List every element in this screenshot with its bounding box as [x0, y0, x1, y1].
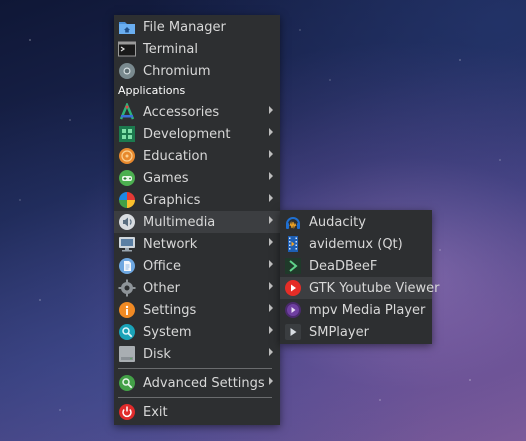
chevron-right-icon [269, 238, 273, 246]
disk-icon [118, 345, 136, 363]
menu-item-disk[interactable]: Disk [114, 343, 280, 365]
education-icon [118, 147, 136, 165]
office-icon [118, 257, 136, 275]
submenu-item-deadbeef[interactable]: DeaDBeeF [280, 255, 432, 277]
menu-item-label: File Manager [143, 19, 226, 35]
separator [118, 368, 272, 369]
menu-item-terminal[interactable]: Terminal [114, 38, 280, 60]
menu-item-graphics[interactable]: Graphics [114, 189, 280, 211]
terminal-icon [118, 40, 136, 58]
submenu-item-smplayer[interactable]: SMPlayer [280, 321, 432, 343]
system-icon [118, 323, 136, 341]
menu-item-label: Graphics [143, 192, 201, 208]
separator [118, 397, 272, 398]
chevron-right-icon [269, 326, 273, 334]
menu-item-label: Settings [143, 302, 197, 318]
chevron-right-icon [269, 260, 273, 268]
menu-item-label: Network [143, 236, 198, 252]
submenu-item-label: GTK Youtube Viewer [309, 280, 440, 296]
submenu-item-avidemux[interactable]: avidemux (Qt) [280, 233, 432, 255]
menu-item-label: Accessories [143, 104, 220, 120]
menu-item-settings[interactable]: Settings [114, 299, 280, 321]
submenu-item-label: DeaDBeeF [309, 258, 378, 274]
submenu-item-gtk-youtube-viewer[interactable]: GTK Youtube Viewer [280, 277, 440, 299]
chevron-right-icon [269, 304, 273, 312]
folder-home-icon [118, 18, 136, 36]
menu-item-label: Development [143, 126, 231, 142]
chevron-right-icon [269, 377, 273, 385]
menu-item-label: Games [143, 170, 189, 186]
menu-item-label: Office [143, 258, 181, 274]
menu-item-label: Disk [143, 346, 171, 362]
menu-item-exit[interactable]: Exit [114, 401, 280, 423]
chevron-right-icon [269, 194, 273, 202]
menu-item-label: Exit [143, 404, 168, 420]
chromium-icon [118, 62, 136, 80]
menu-item-games[interactable]: Games [114, 167, 280, 189]
accessories-icon [118, 103, 136, 121]
menu-item-education[interactable]: Education [114, 145, 280, 167]
menu-item-label: Education [143, 148, 208, 164]
chevron-right-icon [269, 150, 273, 158]
chevron-right-icon [269, 282, 273, 290]
chevron-right-icon [269, 216, 273, 224]
advanced-settings-icon [118, 374, 136, 392]
menu-item-label: Terminal [143, 41, 198, 57]
menu-item-system[interactable]: System [114, 321, 280, 343]
menu-item-label: Other [143, 280, 180, 296]
menu-item-advanced-settings[interactable]: Advanced Settings [114, 372, 280, 394]
smplayer-icon [284, 323, 302, 341]
other-icon [118, 279, 136, 297]
menu-item-chromium[interactable]: Chromium [114, 60, 280, 82]
youtube-icon [284, 279, 302, 297]
submenu-item-label: SMPlayer [309, 324, 369, 340]
deadbeef-icon [284, 257, 302, 275]
submenu-item-label: mpv Media Player [309, 302, 426, 318]
chevron-right-icon [269, 106, 273, 114]
applications-header: Applications [118, 84, 186, 97]
games-icon [118, 169, 136, 187]
menu-item-label: Multimedia [143, 214, 216, 230]
multimedia-icon [118, 213, 136, 231]
audacity-icon [284, 213, 302, 231]
chevron-right-icon [269, 172, 273, 180]
submenu-item-label: Audacity [309, 214, 366, 230]
chevron-right-icon [269, 128, 273, 136]
application-menu: File Manager Terminal Chromium Applicati… [114, 15, 280, 425]
menu-item-multimedia[interactable]: Multimedia [114, 211, 280, 233]
menu-item-network[interactable]: Network [114, 233, 280, 255]
menu-item-accessories[interactable]: Accessories [114, 101, 280, 123]
menu-item-development[interactable]: Development [114, 123, 280, 145]
network-icon [118, 235, 136, 253]
menu-item-label: Advanced Settings [143, 375, 265, 391]
menu-item-office[interactable]: Office [114, 255, 280, 277]
menu-item-other[interactable]: Other [114, 277, 280, 299]
power-icon [118, 403, 136, 421]
chevron-right-icon [269, 348, 273, 356]
avidemux-icon [284, 235, 302, 253]
submenu-item-mpv[interactable]: mpv Media Player [280, 299, 432, 321]
multimedia-submenu: Audacity avidemux (Qt) DeaDBeeF GTK Yout… [280, 210, 440, 344]
mpv-icon [284, 301, 302, 319]
submenu-item-audacity[interactable]: Audacity [280, 211, 432, 233]
graphics-icon [118, 191, 136, 209]
submenu-item-label: avidemux (Qt) [309, 236, 403, 252]
menu-item-file-manager[interactable]: File Manager [114, 16, 280, 38]
menu-item-label: Chromium [143, 63, 211, 79]
settings-icon [118, 301, 136, 319]
development-icon [118, 125, 136, 143]
menu-item-label: System [143, 324, 192, 340]
